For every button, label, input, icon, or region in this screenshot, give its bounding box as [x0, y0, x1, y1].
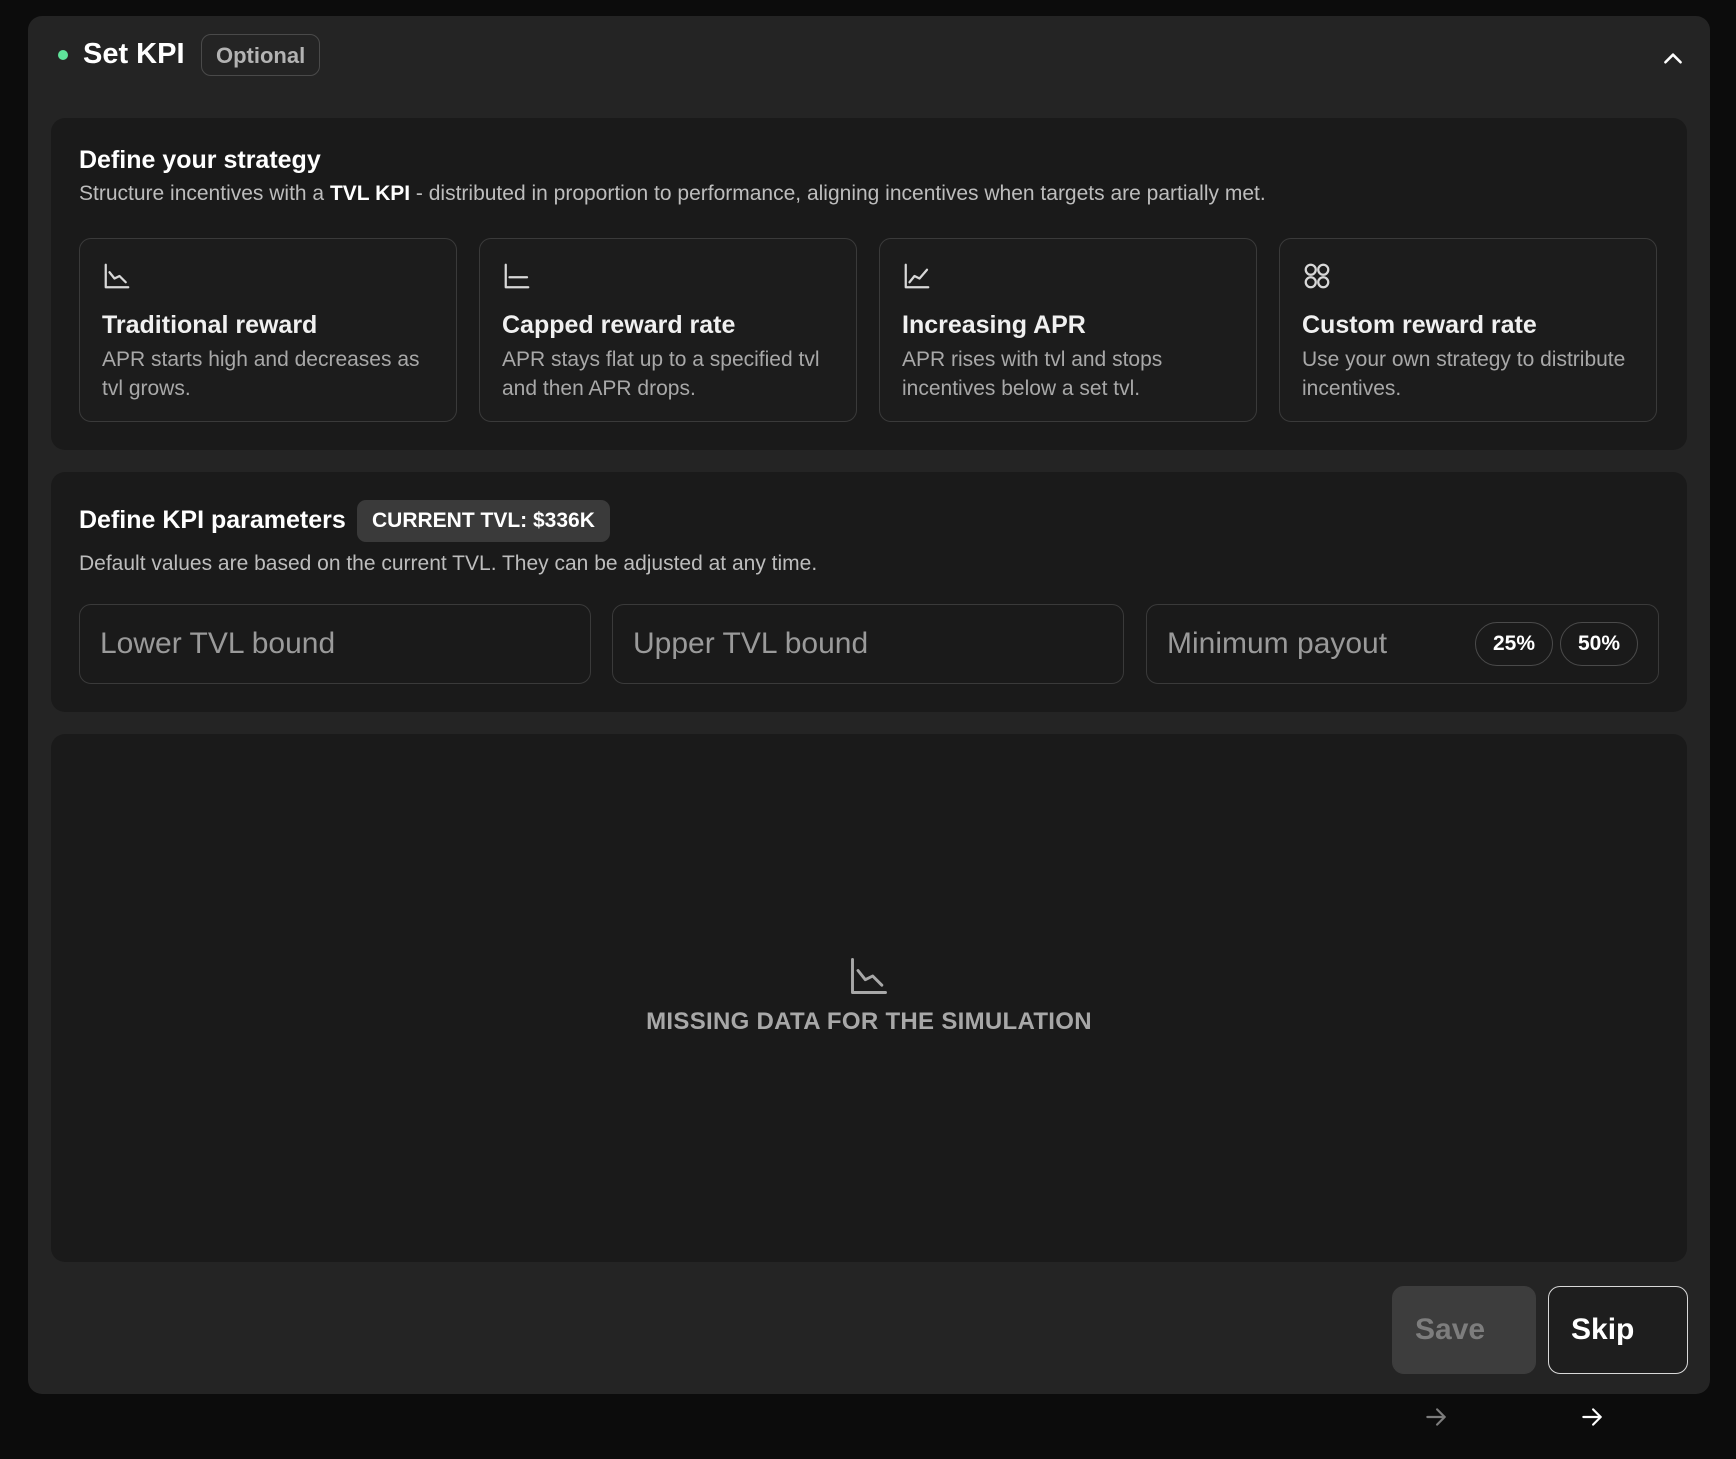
- option-title: Increasing APR: [902, 311, 1086, 339]
- minimum-payout-field: 25% 50%: [1146, 604, 1659, 684]
- save-label: Save: [1415, 1313, 1486, 1346]
- strategy-desc-bold: TVL KPI: [329, 182, 411, 205]
- simulation-empty-state: MISSING DATA FOR THE SIMULATION: [51, 954, 1687, 1036]
- simulation-section: MISSING DATA FOR THE SIMULATION: [51, 734, 1687, 1262]
- strategy-title: Define your strategy: [79, 146, 321, 174]
- lower-tvl-field: [79, 604, 591, 684]
- panel-header[interactable]: Set KPI Optional: [28, 16, 1710, 96]
- save-button[interactable]: Save: [1392, 1286, 1536, 1426]
- chart-flat-icon: [504, 263, 530, 289]
- upper-tvl-input[interactable]: [613, 605, 1123, 683]
- payout-chip-50[interactable]: 50%: [1560, 622, 1638, 666]
- simulation-missing-message: MISSING DATA FOR THE SIMULATION: [646, 1008, 1092, 1035]
- option-title: Traditional reward: [102, 311, 318, 339]
- kpi-title: Define KPI parameters: [79, 506, 346, 534]
- chevron-up-icon[interactable]: [1660, 46, 1686, 72]
- strategy-description: Structure incentives with a TVL KPI - di…: [79, 182, 1266, 206]
- skip-button[interactable]: Skip: [1548, 1286, 1688, 1426]
- option-title: Capped reward rate: [502, 311, 736, 339]
- lower-tvl-input[interactable]: [80, 605, 590, 683]
- grid-circles-icon: [1304, 263, 1330, 289]
- skip-label: Skip: [1571, 1313, 1635, 1346]
- payout-chip-25[interactable]: 25%: [1475, 622, 1553, 666]
- kpi-parameters-section: Define KPI parameters CURRENT TVL: $336K…: [51, 472, 1687, 712]
- strategy-desc-prefix: Structure incentives with a: [79, 182, 330, 205]
- strategy-desc-suffix: - distributed in proportion to performan…: [410, 182, 1266, 205]
- chart-decreasing-icon: [104, 263, 130, 289]
- chart-decreasing-icon: [851, 958, 887, 994]
- set-kpi-panel: Set KPI Optional Define your strategy St…: [28, 16, 1710, 1426]
- upper-tvl-field: [612, 604, 1124, 684]
- option-description: APR starts high and decreases as tvl gro…: [102, 348, 420, 400]
- arrow-right-icon: [1582, 1408, 1602, 1426]
- arrow-right-icon: [1426, 1408, 1446, 1426]
- kpi-description: Default values are based on the current …: [79, 552, 818, 575]
- status-dot: [58, 50, 68, 60]
- strategy-section: Define your strategy Structure incentive…: [51, 118, 1687, 450]
- option-traditional-reward[interactable]: Traditional reward APR starts high and d…: [79, 238, 457, 422]
- current-tvl-badge: CURRENT TVL: $336K: [357, 500, 610, 542]
- chart-increasing-icon: [904, 263, 930, 289]
- option-description: APR stays flat up to a specified tvl and…: [502, 348, 820, 400]
- option-description: APR rises with tvl and stops incentives …: [902, 348, 1163, 400]
- option-description: Use your own strategy to distribute ince…: [1302, 348, 1626, 400]
- option-title: Custom reward rate: [1302, 311, 1537, 339]
- option-increasing-apr[interactable]: Increasing APR APR rises with tvl and st…: [879, 238, 1257, 422]
- panel-title: Set KPI: [83, 38, 185, 70]
- optional-badge: Optional: [201, 34, 321, 76]
- option-custom-reward-rate[interactable]: Custom reward rate Use your own strategy…: [1279, 238, 1657, 422]
- option-capped-reward-rate[interactable]: Capped reward rate APR stays flat up to …: [479, 238, 857, 422]
- strategy-options: Traditional reward APR starts high and d…: [79, 238, 1659, 424]
